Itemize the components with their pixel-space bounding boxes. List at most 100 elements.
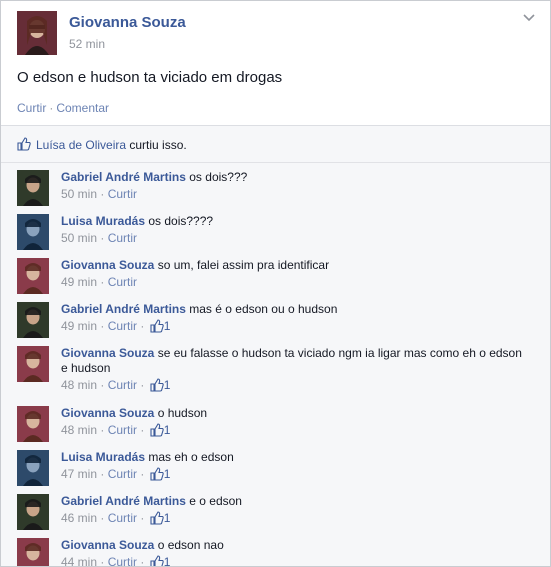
comment-text: o hudson <box>154 406 208 420</box>
comments-section: Luísa de Oliveira curtiu isso. Gabriel A… <box>1 125 550 567</box>
comment-author[interactable]: Gabriel André Martins <box>61 494 186 508</box>
comment-link[interactable]: Comentar <box>56 101 109 115</box>
comment-timestamp[interactable]: 48 min <box>61 378 97 392</box>
comment-item: Giovanna Souza so um, falei assim pra id… <box>17 258 542 302</box>
comment-meta: 46 min · Curtir · 1 <box>61 511 531 526</box>
commenter-avatar[interactable] <box>17 406 49 442</box>
comment-item: Giovanna Souza se eu falasse o hudson ta… <box>17 346 542 393</box>
comment-item: Giovanna Souza o edson nao 44 min · Curt… <box>17 538 542 567</box>
comment-like-link[interactable]: Curtir <box>108 423 137 437</box>
comment-like-count[interactable]: 1 <box>164 511 171 525</box>
commenter-avatar[interactable] <box>17 258 49 294</box>
thumbs-up-icon[interactable] <box>150 467 164 481</box>
comment-like-count[interactable]: 1 <box>164 378 171 392</box>
separator: · <box>137 555 148 567</box>
comment-like-link[interactable]: Curtir <box>108 319 137 333</box>
separator: · <box>97 423 108 437</box>
comment-timestamp[interactable]: 49 min <box>61 275 97 289</box>
separator: · <box>97 187 108 201</box>
comment-text: os dois??? <box>185 170 248 184</box>
commenter-avatar[interactable] <box>17 302 49 338</box>
thumbs-up-icon[interactable] <box>150 423 164 437</box>
comment-body: Gabriel André Martins os dois??? 50 min … <box>61 170 531 202</box>
commenter-avatar[interactable] <box>17 494 49 530</box>
comment-timestamp[interactable]: 50 min <box>61 187 97 201</box>
comment-author[interactable]: Luisa Muradás <box>61 214 145 228</box>
separator: · <box>137 467 148 481</box>
comment-like-count[interactable]: 1 <box>164 555 171 566</box>
comment-text: os dois???? <box>145 214 214 228</box>
comment-text: e o edson <box>185 494 242 508</box>
commenter-avatar[interactable] <box>17 450 49 486</box>
thumbs-up-icon[interactable] <box>150 319 164 333</box>
separator: · <box>97 319 108 333</box>
comment-author[interactable]: Luisa Muradás <box>61 450 145 464</box>
comment-like-link[interactable]: Curtir <box>108 555 137 566</box>
comment-timestamp[interactable]: 46 min <box>61 511 97 525</box>
liker-name[interactable]: Luísa de Oliveira <box>36 138 126 152</box>
comment-meta: 47 min · Curtir · 1 <box>61 467 531 482</box>
comment-meta: 49 min · Curtir · 1 <box>61 319 531 334</box>
separator: · <box>137 423 148 437</box>
comment-author[interactable]: Giovanna Souza <box>61 258 154 272</box>
comment-timestamp[interactable]: 48 min <box>61 423 97 437</box>
author-avatar[interactable] <box>17 11 57 55</box>
comment-like-link[interactable]: Curtir <box>108 511 137 525</box>
separator: · <box>97 511 108 525</box>
chevron-down-icon[interactable] <box>522 11 536 25</box>
comment-like-count[interactable]: 1 <box>164 467 171 481</box>
comment-author[interactable]: Gabriel André Martins <box>61 170 186 184</box>
commenter-avatar[interactable] <box>17 346 49 382</box>
comment-body: Gabriel André Martins mas é o edson ou o… <box>61 302 531 334</box>
comment-like-link[interactable]: Curtir <box>108 378 137 392</box>
likes-summary: Luísa de Oliveira curtiu isso. <box>1 126 550 163</box>
comment-timestamp[interactable]: 49 min <box>61 319 97 333</box>
comment-meta: 50 min · Curtir <box>61 231 531 246</box>
thumbs-up-icon[interactable] <box>150 378 164 392</box>
commenter-avatar[interactable] <box>17 214 49 250</box>
comment-body: Luisa Muradás mas eh o edson 47 min · Cu… <box>61 450 531 482</box>
comment-body: Giovanna Souza so um, falei assim pra id… <box>61 258 531 290</box>
comment-item: Luisa Muradás os dois???? 50 min · Curti… <box>17 214 542 258</box>
likes-text: Luísa de Oliveira curtiu isso. <box>36 138 187 152</box>
separator: · <box>137 319 148 333</box>
comment-like-link[interactable]: Curtir <box>108 467 137 481</box>
comment-timestamp[interactable]: 50 min <box>61 231 97 245</box>
comment-like-link[interactable]: Curtir <box>108 275 137 289</box>
comment-meta: 49 min · Curtir <box>61 275 531 290</box>
comment-body: Giovanna Souza o hudson 48 min · Curtir … <box>61 406 531 438</box>
comment-meta: 50 min · Curtir <box>61 187 531 202</box>
comment-like-count[interactable]: 1 <box>164 319 171 333</box>
like-link[interactable]: Curtir <box>17 101 46 115</box>
separator: · <box>97 231 108 245</box>
post-timestamp[interactable]: 52 min <box>69 37 105 51</box>
commenter-avatar[interactable] <box>17 538 49 567</box>
likes-suffix: curtiu isso. <box>126 138 187 152</box>
author-name[interactable]: Giovanna Souza <box>69 14 186 31</box>
comment-body: Gabriel André Martins e o edson 46 min ·… <box>61 494 531 526</box>
separator: · <box>97 467 108 481</box>
comment-meta: 48 min · Curtir · 1 <box>61 423 531 438</box>
thumbs-up-icon[interactable] <box>150 555 164 567</box>
comment-text: mas é o edson ou o hudson <box>185 302 338 316</box>
comment-author[interactable]: Giovanna Souza <box>61 406 154 420</box>
thumbs-up-icon[interactable] <box>150 511 164 525</box>
comment-like-link[interactable]: Curtir <box>108 231 137 245</box>
comment-text: o edson nao <box>154 538 224 552</box>
separator: · <box>49 101 54 115</box>
comment-body: Giovanna Souza o edson nao 44 min · Curt… <box>61 538 531 567</box>
comment-body: Giovanna Souza se eu falasse o hudson ta… <box>61 346 531 393</box>
comment-item: Gabriel André Martins mas é o edson ou o… <box>17 302 542 346</box>
comment-item: Giovanna Souza o hudson 48 min · Curtir … <box>17 406 542 450</box>
comment-author[interactable]: Gabriel André Martins <box>61 302 186 316</box>
thumbs-up-icon <box>17 137 31 151</box>
comment-author[interactable]: Giovanna Souza <box>61 538 154 552</box>
comment-timestamp[interactable]: 44 min <box>61 555 97 566</box>
comment-text: mas eh o edson <box>145 450 234 464</box>
comment-timestamp[interactable]: 47 min <box>61 467 97 481</box>
comment-like-count[interactable]: 1 <box>164 423 171 437</box>
comment-author[interactable]: Giovanna Souza <box>61 346 154 360</box>
post-actions: Curtir · Comentar <box>17 101 109 115</box>
comment-like-link[interactable]: Curtir <box>108 187 137 201</box>
commenter-avatar[interactable] <box>17 170 49 206</box>
